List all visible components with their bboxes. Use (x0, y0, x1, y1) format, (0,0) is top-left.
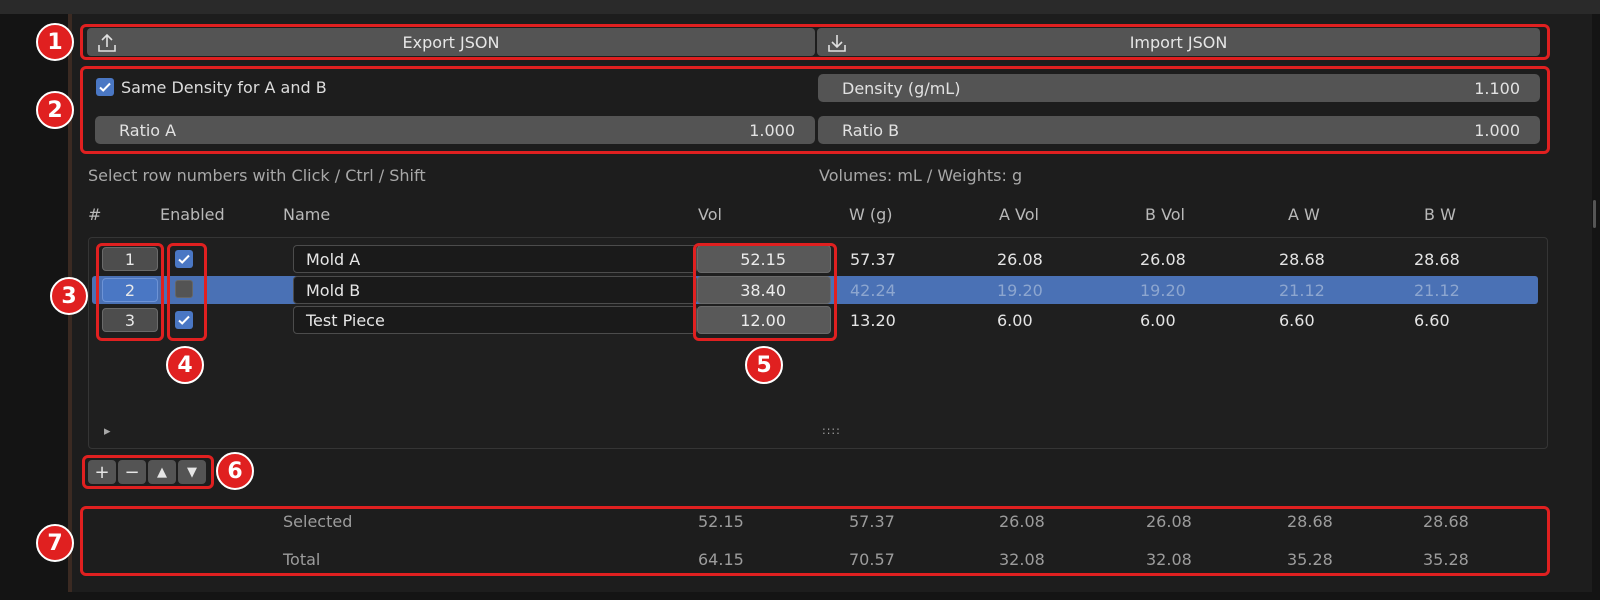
column-header-enabled: Enabled (160, 205, 225, 224)
resize-grip-icon[interactable]: :::: (822, 424, 841, 437)
row-w-cell: 57.37 (850, 250, 896, 269)
callout-badge: 1 (36, 23, 74, 61)
callout-badge: 4 (166, 346, 204, 384)
callout-badge: 6 (216, 452, 254, 490)
annotation-box-toolbar (80, 24, 1550, 60)
row-b-vol-cell: 26.08 (1140, 250, 1186, 269)
column-header-b-vol: B Vol (1145, 205, 1185, 224)
row-w-cell: 42.24 (850, 281, 896, 300)
row-w-cell: 13.20 (850, 311, 896, 330)
selection-hint: Select row numbers with Click / Ctrl / S… (88, 166, 426, 185)
column-header-w: W (g) (849, 205, 893, 224)
annotation-box-row-numbers (96, 243, 164, 341)
column-header-vol: Vol (698, 205, 722, 224)
annotation-box-vol (693, 243, 837, 341)
callout-badge: 7 (36, 524, 74, 562)
column-header-num: # (88, 205, 102, 224)
column-header-a-vol: A Vol (999, 205, 1039, 224)
annotation-box-enabled (167, 243, 207, 341)
column-header-name: Name (283, 205, 331, 224)
column-header-b-w: B W (1424, 205, 1456, 224)
annotation-box-row-tools (82, 455, 214, 489)
callout-badge: 2 (36, 91, 74, 129)
row-b-w-cell: 28.68 (1414, 250, 1460, 269)
annotation-box-density (80, 66, 1550, 154)
callout-badge: 5 (745, 346, 783, 384)
row-a-vol-cell: 26.08 (997, 250, 1043, 269)
annotation-box-summary (80, 506, 1550, 576)
row-name-field[interactable]: Mold B (293, 276, 697, 304)
row-b-w-cell: 6.60 (1414, 311, 1450, 330)
row-a-w-cell: 6.60 (1279, 311, 1315, 330)
top-strip (0, 0, 1600, 14)
row-a-w-cell: 28.68 (1279, 250, 1325, 269)
row-a-vol-cell: 19.20 (997, 281, 1043, 300)
row-a-vol-cell: 6.00 (997, 311, 1033, 330)
row-b-w-cell: 21.12 (1414, 281, 1460, 300)
units-hint: Volumes: mL / Weights: g (819, 166, 1023, 185)
row-name-field[interactable]: Test Piece (293, 306, 697, 334)
row-name-field[interactable]: Mold A (293, 245, 697, 273)
row-b-vol-cell: 6.00 (1140, 311, 1176, 330)
callout-badge: 3 (50, 277, 88, 315)
column-header-a-w: A W (1288, 205, 1320, 224)
expand-triangle-icon[interactable]: ▸ (104, 424, 111, 439)
scrollbar[interactable] (1593, 200, 1596, 228)
row-a-w-cell: 21.12 (1279, 281, 1325, 300)
row-b-vol-cell: 19.20 (1140, 281, 1186, 300)
